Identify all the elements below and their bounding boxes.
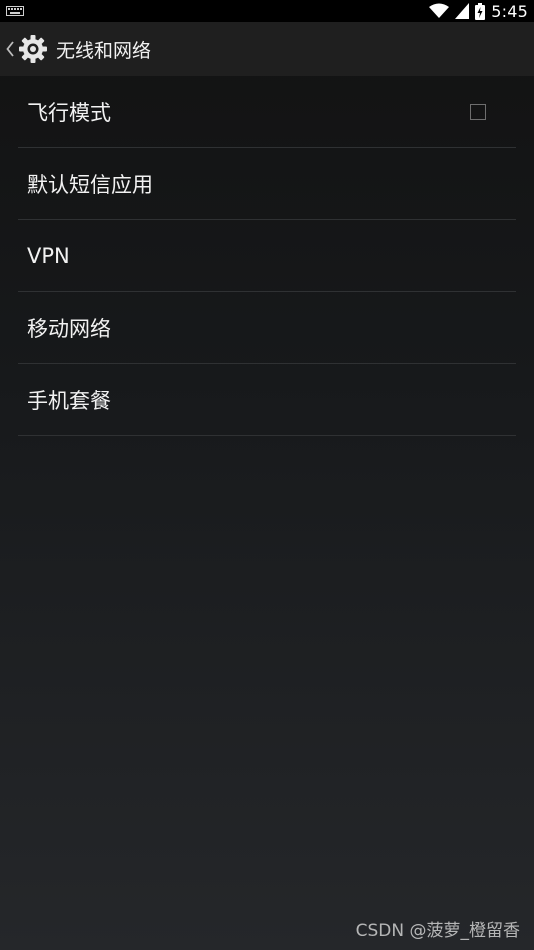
page-title: 无线和网络	[56, 39, 152, 62]
status-right: 5:45	[429, 2, 528, 21]
status-left	[6, 6, 24, 16]
list-item-label: 手机套餐	[27, 388, 111, 413]
list-item-vpn[interactable]: VPN	[18, 220, 516, 292]
battery-icon	[475, 2, 486, 20]
list-item-airplane-mode[interactable]: 飞行模式	[18, 76, 516, 148]
list-item-mobile-network[interactable]: 移动网络	[18, 292, 516, 364]
list-item-label: 飞行模式	[27, 100, 111, 125]
status-bar: 5:45	[0, 0, 534, 22]
keyboard-icon	[6, 6, 24, 16]
airplane-mode-checkbox[interactable]	[470, 103, 486, 120]
list-item-label: 默认短信应用	[27, 172, 153, 197]
chevron-left-icon[interactable]	[4, 38, 16, 60]
watermark: CSDN @菠萝_橙留香	[355, 921, 520, 941]
signal-icon	[455, 3, 470, 19]
list-item-label: 移动网络	[27, 316, 111, 341]
gear-icon[interactable]	[16, 32, 50, 66]
action-bar[interactable]: 无线和网络	[0, 22, 534, 76]
wifi-icon	[429, 3, 450, 19]
list-item-mobile-plan[interactable]: 手机套餐	[18, 364, 516, 436]
list-item-default-sms-app[interactable]: 默认短信应用	[18, 148, 516, 220]
status-time: 5:45	[491, 1, 528, 21]
settings-list: 飞行模式 默认短信应用 VPN 移动网络 手机套餐	[18, 76, 516, 436]
list-item-label: VPN	[27, 243, 70, 268]
